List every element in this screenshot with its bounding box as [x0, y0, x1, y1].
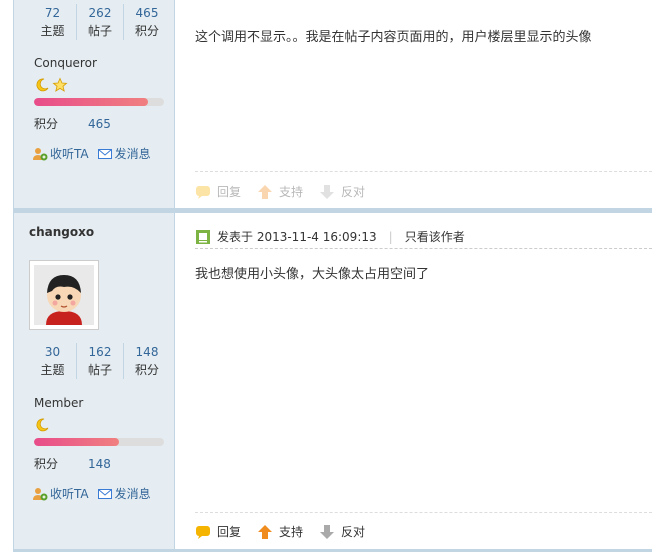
post-content: 发表于 2013-11-4 16:09:13 | 只看该作者 我也想使用小头像，…	[175, 213, 652, 552]
left-edge	[0, 0, 14, 552]
user-rank[interactable]: Conqueror	[34, 56, 97, 70]
follow-icon	[33, 487, 48, 500]
stat-posts[interactable]: 162 帖子	[76, 343, 123, 379]
author-actions: 收听TA 发消息	[32, 145, 151, 162]
post-footer: 回复 支持 反对	[195, 183, 365, 200]
oppose-arrow-icon	[320, 184, 335, 199]
rank-icons	[34, 417, 50, 433]
post-header: 发表于 2013-11-4 16:09:13 | 只看该作者	[195, 225, 652, 249]
send-message-button[interactable]: 发消息	[97, 485, 151, 502]
cartoon-avatar-icon	[34, 265, 94, 325]
footer-divider	[195, 512, 652, 513]
oppose-arrow-icon	[320, 524, 335, 539]
post-timestamp: 发表于 2013-11-4 16:09:13	[217, 230, 377, 244]
reply-button[interactable]: 回复	[195, 523, 241, 540]
envelope-icon	[97, 148, 112, 159]
progress-bar	[34, 98, 164, 106]
points-row: 积分 465	[34, 117, 111, 131]
author-stats: 72 主题 262 帖子 465 积分	[29, 4, 171, 40]
oppose-button[interactable]: 反对	[319, 523, 365, 540]
stat-points[interactable]: 148 积分	[123, 343, 170, 379]
avatar-image	[34, 265, 94, 325]
follow-button[interactable]: 收听TA	[32, 145, 89, 162]
reply-bubble-icon	[196, 185, 210, 199]
author-actions: 收听TA 发消息	[32, 485, 151, 502]
post-body: 我也想使用小头像，大头像太占用空间了	[195, 267, 430, 282]
view-author-only-link[interactable]: 只看该作者	[405, 228, 465, 245]
follow-icon	[33, 147, 48, 160]
post-content: 这个调用不显示。。我是在帖子内容页面用的，用户楼层里显示的头像 回复 支持 反对	[175, 0, 652, 209]
post-icon	[196, 229, 210, 244]
post-footer: 回复 支持 反对	[195, 523, 365, 540]
follow-button[interactable]: 收听TA	[32, 485, 89, 502]
username[interactable]: changoxo	[29, 225, 94, 239]
stat-points[interactable]: 465 积分	[123, 4, 170, 40]
support-button[interactable]: 支持	[257, 523, 303, 540]
progress-bar	[34, 438, 164, 446]
envelope-icon	[97, 488, 112, 499]
stat-posts[interactable]: 262 帖子	[76, 4, 123, 40]
support-arrow-icon	[258, 524, 273, 539]
progress-fill	[34, 438, 119, 446]
oppose-button[interactable]: 反对	[319, 183, 365, 200]
author-stats: 30 主题 162 帖子 148 积分	[29, 343, 171, 379]
avatar[interactable]	[29, 260, 99, 330]
reply-button[interactable]: 回复	[195, 183, 241, 200]
rank-icons	[34, 77, 68, 93]
progress-fill	[34, 98, 149, 106]
star-icon	[52, 77, 68, 92]
reply-bubble-icon	[196, 525, 210, 539]
support-arrow-icon	[258, 184, 273, 199]
moon-icon	[36, 418, 49, 432]
points-row: 积分 148	[34, 457, 111, 471]
author-sidebar: 72 主题 262 帖子 465 积分 Conqueror 积分 465 收听T…	[14, 0, 175, 209]
footer-divider	[195, 171, 652, 172]
post-1: 72 主题 262 帖子 465 积分 Conqueror 积分 465 收听T…	[14, 0, 652, 209]
header-divider: |	[388, 229, 393, 244]
stat-threads[interactable]: 72 主题	[29, 4, 76, 40]
support-button[interactable]: 支持	[257, 183, 303, 200]
send-message-button[interactable]: 发消息	[97, 145, 151, 162]
post-body: 这个调用不显示。。我是在帖子内容页面用的，用户楼层里显示的头像	[195, 30, 592, 45]
stat-threads[interactable]: 30 主题	[29, 343, 76, 379]
post-2: changoxo 30 主题 162 帖子 148 积分 Member 积分 1…	[14, 213, 652, 552]
user-rank[interactable]: Member	[34, 396, 83, 410]
moon-icon	[36, 78, 49, 92]
author-sidebar: changoxo 30 主题 162 帖子 148 积分 Member 积分 1…	[14, 213, 175, 552]
